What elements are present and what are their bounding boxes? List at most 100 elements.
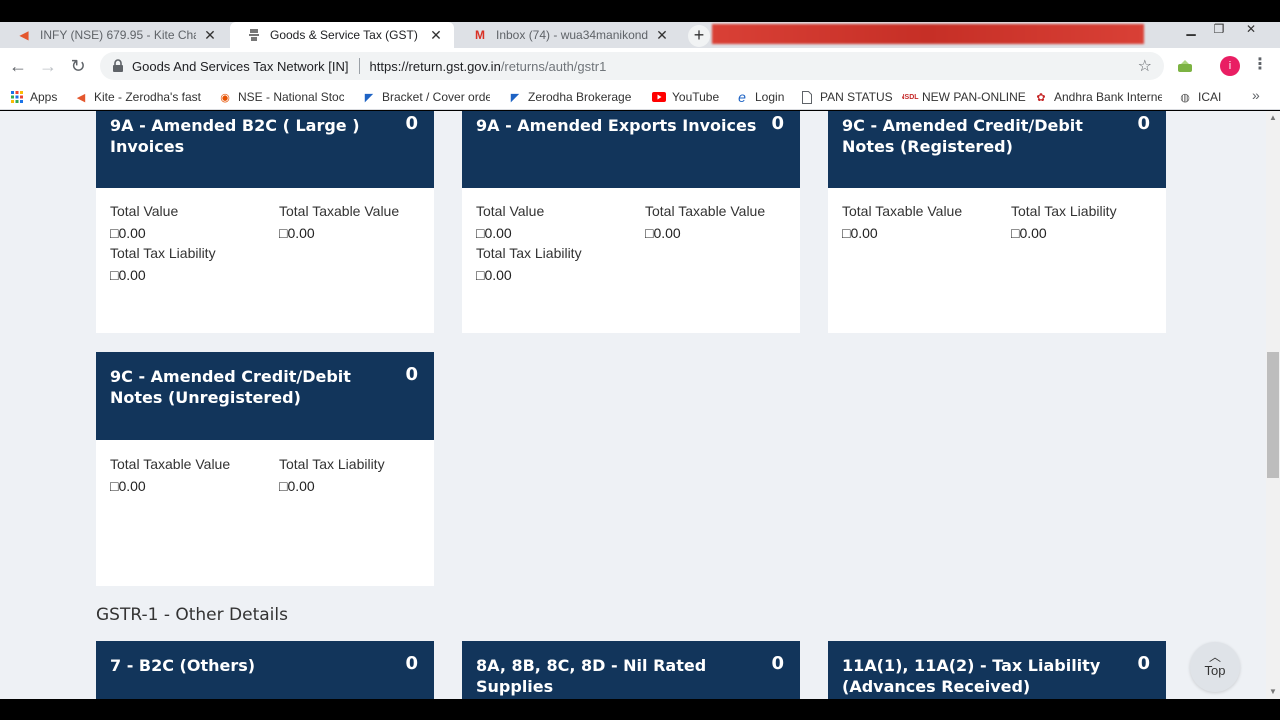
close-icon[interactable]: ✕ xyxy=(202,27,218,44)
bookmark-label: ICAI xyxy=(1198,90,1222,104)
scrollbar-thumb[interactable] xyxy=(1267,352,1279,478)
field-label: Total Value xyxy=(476,203,545,219)
maximize-icon[interactable]: ❐ xyxy=(1208,22,1230,38)
field-value: □0.00 xyxy=(842,225,878,241)
window-close-icon[interactable]: ✕ xyxy=(1240,22,1262,38)
bookmark-star-icon[interactable]: ☆ xyxy=(1138,56,1152,76)
bookmark-label: Zerodha Brokerage C xyxy=(528,90,634,104)
bookmark-youtube[interactable]: YouTube xyxy=(652,88,719,106)
tab-gst-portal[interactable]: Goods & Service Tax (GST) | User ✕ xyxy=(230,22,454,48)
minimize-icon[interactable]: ▁ xyxy=(1180,22,1202,38)
bookmarks-overflow-icon[interactable]: » xyxy=(1252,87,1260,103)
card-title: 11A(1), 11A(2) - Tax Liability (Advances… xyxy=(842,656,1101,696)
card-header[interactable]: 11A(1), 11A(2) - Tax Liability (Advances… xyxy=(828,641,1166,699)
browser-toolbar: ← → ↻ Goods And Services Tax Network [IN… xyxy=(0,48,1280,84)
field-label: Total Value xyxy=(110,203,179,219)
tab-title: Inbox (74) - wua34manikonda@g xyxy=(496,28,648,42)
bookmark-apps[interactable]: Apps xyxy=(10,88,57,106)
reload-icon[interactable]: ↻ xyxy=(66,54,90,78)
card-count: 0 xyxy=(1137,653,1150,674)
bookmark-icai[interactable]: ◍ ICAI xyxy=(1178,88,1221,106)
back-arrow-icon[interactable]: ← xyxy=(6,54,30,78)
card-title: 9A - Amended B2C ( Large ) Invoices xyxy=(110,116,360,156)
card-count: 0 xyxy=(405,364,418,385)
summary-card[interactable]: 9C - Amended Credit/Debit Notes (Unregis… xyxy=(96,352,434,586)
bookmark-login[interactable]: e Login xyxy=(735,88,784,106)
bottom-letterbox xyxy=(0,699,1280,720)
card-header[interactable]: 9C - Amended Credit/Debit Notes (Registe… xyxy=(828,111,1166,188)
summary-card[interactable]: 9C - Amended Credit/Debit Notes (Registe… xyxy=(828,111,1166,333)
profile-avatar[interactable]: i xyxy=(1220,56,1240,76)
bookmark-zerodha-brokerage[interactable]: ◤ Zerodha Brokerage C xyxy=(508,88,634,106)
icai-icon: ◍ xyxy=(1180,91,1190,104)
card-title: 9C - Amended Credit/Debit Notes (Registe… xyxy=(842,116,1083,156)
card-header[interactable]: 9A - Amended B2C ( Large ) Invoices 0 xyxy=(96,111,434,188)
bookmark-bracket-cover[interactable]: ◤ Bracket / Cover orde xyxy=(362,88,490,106)
field-value: □0.00 xyxy=(476,225,512,241)
field-label: Total Tax Liability xyxy=(110,245,216,261)
bookmark-andhra-bank[interactable]: ✿ Andhra Bank Interne xyxy=(1034,88,1162,106)
card-header[interactable]: 8A, 8B, 8C, 8D - Nil Rated Supplies 0 xyxy=(462,641,800,699)
scroll-down-arrow-icon[interactable]: ▼ xyxy=(1266,685,1280,699)
field-label: Total Tax Liability xyxy=(279,456,385,472)
card-count: 0 xyxy=(405,113,418,134)
summary-card[interactable]: 9A - Amended Exports Invoices 0 Total Va… xyxy=(462,111,800,333)
field-total-value: Total Value □0.00 xyxy=(110,203,178,241)
bookmarks-bar: Apps ◀ Kite - Zerodha's fast ◉ NSE - Nat… xyxy=(0,84,1280,110)
field-value: □0.00 xyxy=(1011,225,1047,241)
address-bar[interactable]: Goods And Services Tax Network [IN] http… xyxy=(100,52,1164,80)
summary-card[interactable]: 9A - Amended B2C ( Large ) Invoices 0 To… xyxy=(96,111,434,333)
url-path: /returns/auth/gstr1 xyxy=(500,58,607,74)
new-tab-button[interactable]: + xyxy=(688,25,710,47)
bookmark-label: Kite - Zerodha's fast xyxy=(94,90,202,104)
back-to-top-button[interactable]: ︿ Top xyxy=(1190,642,1240,692)
page-content: 9A - Amended B2C ( Large ) Invoices 0 To… xyxy=(0,111,1266,699)
scroll-up-arrow-icon[interactable]: ▲ xyxy=(1266,111,1280,125)
bookmark-pan-status[interactable]: PAN STATUS xyxy=(800,88,893,106)
field-total-tax-liability: Total Tax Liability □0.00 xyxy=(476,245,582,283)
field-label: Total Taxable Value xyxy=(645,203,766,219)
field-value: □0.00 xyxy=(279,478,315,494)
bookmark-label: Apps xyxy=(30,90,58,104)
field-total-tax-liability: Total Tax Liability □0.00 xyxy=(110,245,216,283)
ie-icon: e xyxy=(738,89,746,105)
back-to-top-label: Top xyxy=(1204,663,1226,678)
tab-gmail-inbox[interactable]: M Inbox (74) - wua34manikonda@g ✕ xyxy=(456,22,680,48)
bookmark-page-icon: ◤ xyxy=(364,91,374,104)
blurred-region xyxy=(712,24,1144,44)
card-title: 8A, 8B, 8C, 8D - Nil Rated Supplies xyxy=(476,656,707,696)
field-label: Total Tax Liability xyxy=(1011,203,1117,219)
kite-icon: ◀ xyxy=(76,91,86,104)
field-total-tax-liability: Total Tax Liability □0.00 xyxy=(279,456,385,494)
close-icon[interactable]: ✕ xyxy=(428,27,444,44)
lock-icon xyxy=(113,59,123,72)
card-count: 0 xyxy=(1137,113,1150,134)
kebab-menu-icon[interactable]: ⋮ xyxy=(1252,54,1268,74)
card-header[interactable]: 9C - Amended Credit/Debit Notes (Unregis… xyxy=(96,352,434,440)
summary-card[interactable]: 11A(1), 11A(2) - Tax Liability (Advances… xyxy=(828,641,1166,699)
summary-card[interactable]: 7 - B2C (Others) 0 xyxy=(96,641,434,699)
bookmark-nse[interactable]: ◉ NSE - National Stock xyxy=(218,88,344,106)
document-icon xyxy=(800,90,814,104)
omnibox-divider xyxy=(358,58,360,74)
forward-arrow-icon[interactable]: → xyxy=(36,54,60,78)
andhra-bank-icon: ✿ xyxy=(1036,91,1046,104)
close-icon[interactable]: ✕ xyxy=(654,27,670,44)
card-count: 0 xyxy=(405,653,418,674)
card-header[interactable]: 9A - Amended Exports Invoices 0 xyxy=(462,111,800,188)
field-value: □0.00 xyxy=(110,225,146,241)
summary-card[interactable]: 8A, 8B, 8C, 8D - Nil Rated Supplies 0 xyxy=(462,641,800,699)
bookmark-kite[interactable]: ◀ Kite - Zerodha's fast xyxy=(74,88,204,106)
nse-icon: ◉ xyxy=(220,91,230,104)
card-count: 0 xyxy=(771,113,784,134)
card-header[interactable]: 7 - B2C (Others) 0 xyxy=(96,641,434,699)
extension-icon[interactable] xyxy=(1176,57,1194,75)
gmail-icon: M xyxy=(475,28,485,42)
field-value: □0.00 xyxy=(476,267,512,283)
field-total-taxable-value: Total Taxable Value □0.00 xyxy=(110,456,230,494)
field-label: Total Taxable Value xyxy=(842,203,963,219)
tab-kite-chart[interactable]: ◀ INFY (NSE) 679.95 - Kite Chart ✕ xyxy=(0,22,228,48)
bookmark-new-pan-online[interactable]: NSDL NEW PAN-ONLINE xyxy=(902,88,1026,106)
bookmark-label: PAN STATUS xyxy=(820,90,893,104)
section-heading-other-details: GSTR-1 - Other Details xyxy=(96,605,288,625)
